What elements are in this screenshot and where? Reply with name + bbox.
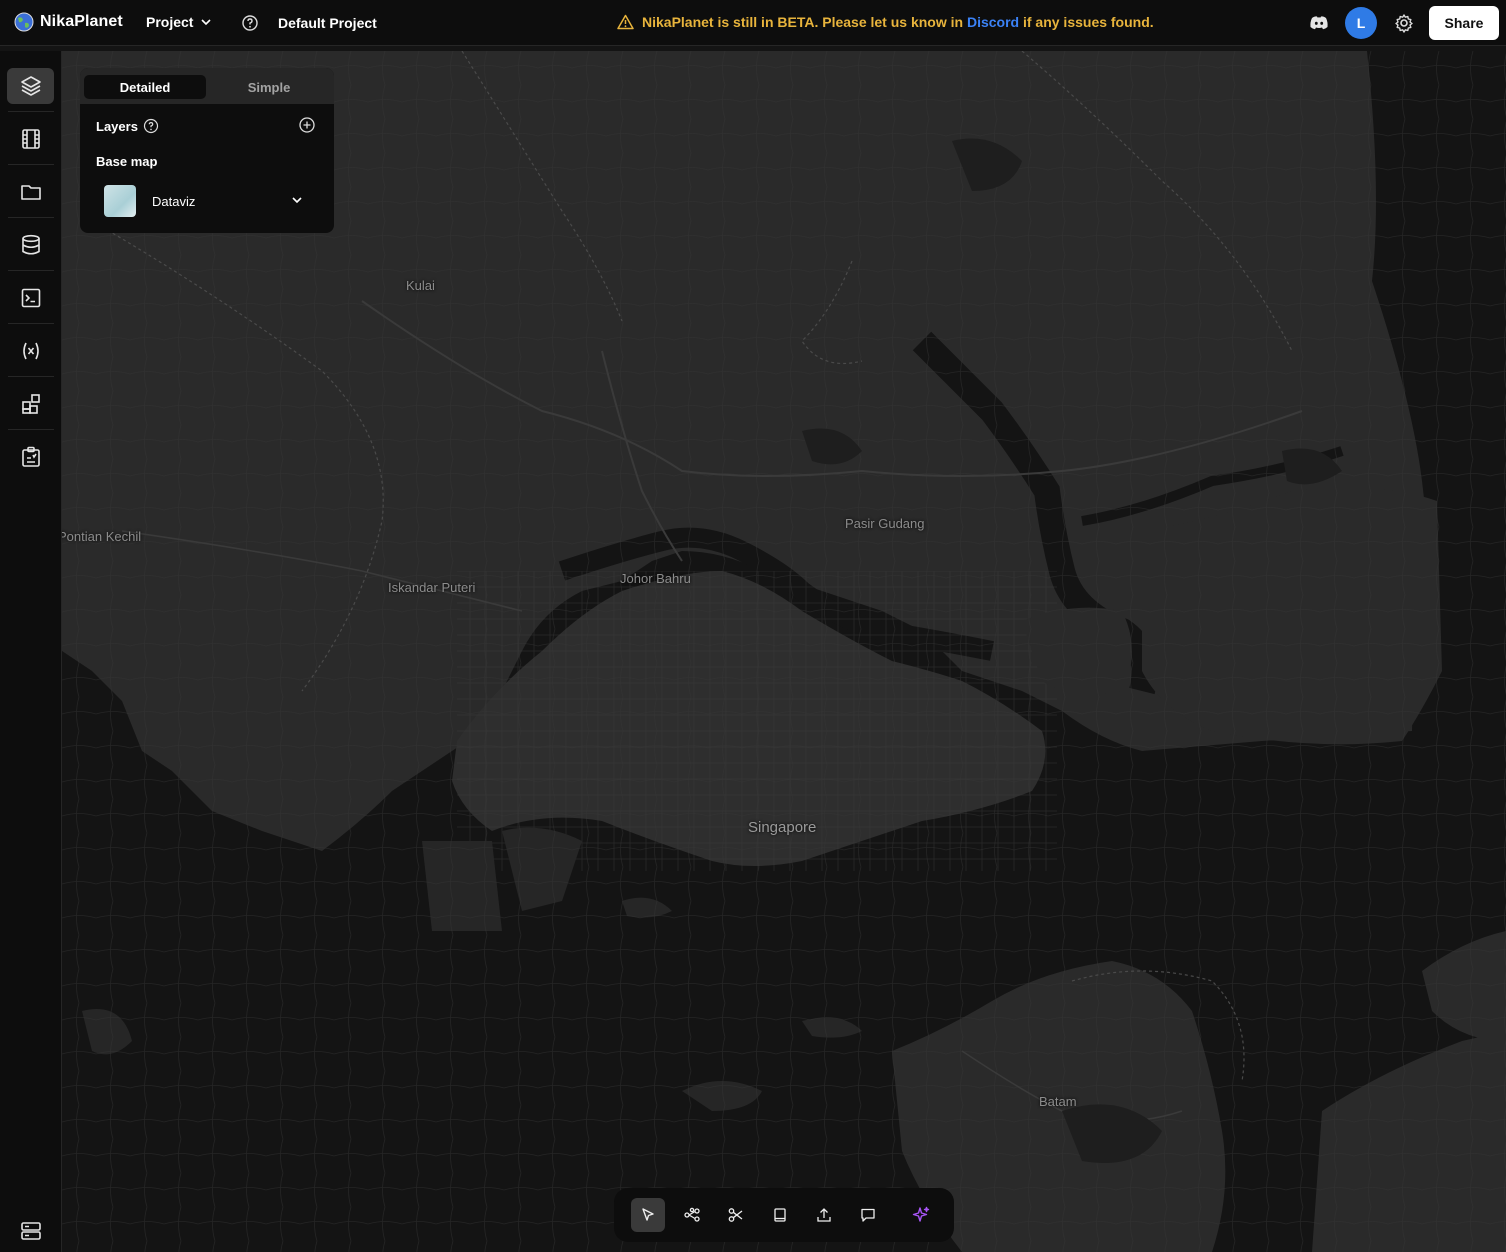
- upload-tool-button[interactable]: [807, 1198, 841, 1232]
- help-icon[interactable]: [241, 14, 259, 32]
- map-label-pasir-gudang: Pasir Gudang: [845, 516, 925, 531]
- globe-logo-icon: [14, 12, 34, 32]
- sidebar-item-servers[interactable]: [7, 1213, 54, 1249]
- sidebar-item-database[interactable]: [7, 227, 54, 263]
- book-icon: [774, 1208, 786, 1222]
- sidebar-item-files[interactable]: [7, 174, 54, 210]
- chevron-down-icon: [201, 19, 212, 26]
- view-mode-toggle: Detailed Simple: [80, 68, 334, 104]
- comment-icon: [861, 1208, 875, 1222]
- share-button[interactable]: Share: [1429, 6, 1499, 40]
- layers-panel: Detailed Simple Layers Base map Dataviz: [80, 68, 334, 233]
- sparkle-icon: [912, 1206, 930, 1222]
- sidebar-item-widgets[interactable]: [7, 386, 54, 422]
- help-icon[interactable]: [143, 118, 159, 134]
- ai-assistant-button[interactable]: [904, 1198, 938, 1232]
- variable-icon: [22, 342, 39, 360]
- basemap-select[interactable]: Dataviz: [96, 180, 312, 220]
- tab-detailed[interactable]: Detailed: [84, 75, 206, 99]
- notebook-tool-button[interactable]: [763, 1198, 797, 1232]
- nodes-tool-button[interactable]: [675, 1198, 709, 1232]
- layers-icon: [20, 76, 41, 96]
- server-icon: [20, 1222, 41, 1240]
- map-label-pontian-kechil: Pontian Kechil: [62, 529, 142, 544]
- scissors-icon: [728, 1208, 743, 1222]
- comment-tool-button[interactable]: [851, 1198, 885, 1232]
- beta-text-end: if any issues found.: [1022, 14, 1154, 30]
- beta-banner: NikaPlanet is still in BETA. Please let …: [617, 14, 1154, 30]
- sidebar-item-console[interactable]: [7, 280, 54, 316]
- upload-icon: [817, 1208, 831, 1222]
- chevron-down-icon: [292, 197, 302, 204]
- nodes-icon: [684, 1207, 700, 1222]
- sidebar-item-variables[interactable]: [7, 333, 54, 369]
- select-icon: [642, 1208, 654, 1221]
- top-bar: NikaPlanet Project Default Project NikaP…: [0, 0, 1506, 46]
- layers-header: Layers: [96, 118, 159, 134]
- project-menu-label: Project: [146, 14, 194, 30]
- project-name[interactable]: Default Project: [278, 15, 377, 31]
- brand-name: NikaPlanet: [40, 13, 123, 30]
- sidebar-item-reports[interactable]: [7, 439, 54, 475]
- map-toolbar: [614, 1188, 954, 1242]
- basemap-thumbnail: [104, 185, 136, 217]
- map-label-iskandar-puteri: Iskandar Puteri: [388, 580, 476, 595]
- clipboard-icon: [21, 446, 40, 467]
- folder-icon: [20, 185, 41, 200]
- sidebar-item-media[interactable]: [7, 121, 54, 157]
- cut-tool-button[interactable]: [719, 1198, 753, 1232]
- add-layer-icon[interactable]: [298, 116, 316, 134]
- database-icon: [21, 234, 40, 255]
- layers-label: Layers: [96, 118, 138, 134]
- warning-icon: [617, 14, 634, 30]
- map-label-batam: Batam: [1039, 1094, 1077, 1109]
- left-sidebar: [0, 51, 62, 1252]
- widgets-icon: [21, 394, 40, 414]
- beta-text: NikaPlanet is still in BETA. Please let …: [642, 14, 964, 30]
- avatar[interactable]: L: [1345, 7, 1377, 39]
- map-label-johor-bahru: Johor Bahru: [620, 571, 691, 586]
- map-label-singapore: Singapore: [748, 819, 817, 836]
- discord-link[interactable]: Discord: [967, 14, 1019, 30]
- map-label-kulai: Kulai: [406, 278, 435, 293]
- gear-icon[interactable]: [1393, 12, 1415, 34]
- brand[interactable]: NikaPlanet: [14, 12, 123, 32]
- select-tool-button[interactable]: [631, 1198, 665, 1232]
- film-icon: [21, 129, 40, 149]
- basemap-value: Dataviz: [152, 194, 196, 209]
- basemap-label: Base map: [96, 154, 158, 169]
- sidebar-item-layers[interactable]: [7, 68, 54, 104]
- tab-simple[interactable]: Simple: [208, 75, 330, 99]
- project-menu[interactable]: Project: [146, 14, 213, 30]
- terminal-icon: [21, 288, 40, 308]
- discord-icon[interactable]: [1308, 12, 1330, 34]
